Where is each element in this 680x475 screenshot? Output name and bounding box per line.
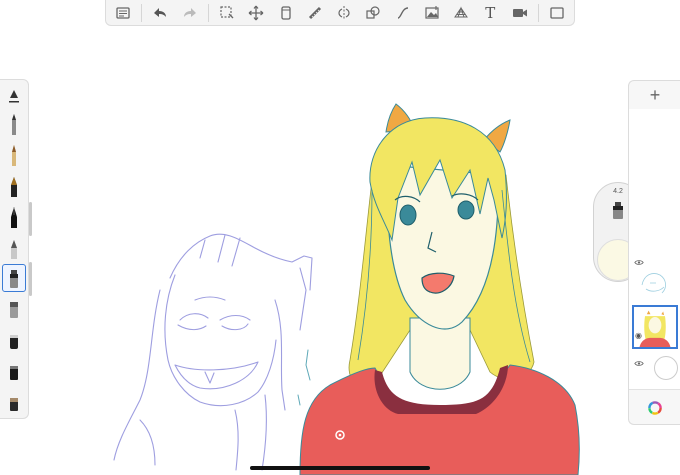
marker-tip-icon[interactable] — [2, 325, 26, 353]
pencil-brush-icon[interactable] — [2, 110, 26, 138]
gallery-icon[interactable] — [112, 2, 134, 24]
chisel-brush-icon[interactable] — [2, 356, 26, 384]
current-brush-icon — [613, 202, 623, 219]
top-toolbar: T — [105, 0, 575, 26]
perspective-icon[interactable] — [450, 2, 472, 24]
undo-icon[interactable] — [149, 2, 171, 24]
text-icon[interactable]: T — [479, 2, 501, 24]
brush-panel-handle[interactable] — [29, 262, 32, 296]
home-indicator[interactable] — [250, 466, 430, 470]
layer-visibility-icon[interactable]: ◉ — [635, 331, 642, 340]
color-wheel-icon — [648, 401, 662, 415]
layer-thumbnail-color[interactable]: ◉ — [632, 305, 678, 349]
purple-sketch — [113, 233, 313, 471]
brush-palette — [0, 79, 29, 419]
brush-panel-handle[interactable] — [29, 202, 32, 236]
toolbar-divider — [141, 3, 143, 22]
fullscreen-icon[interactable] — [546, 2, 568, 24]
marker-brush-icon[interactable] — [2, 141, 26, 169]
felt-pen-icon[interactable] — [2, 294, 26, 322]
video-icon[interactable] — [509, 2, 531, 24]
brush-properties-icon[interactable] — [2, 82, 26, 110]
layer-panel: + ◉ — [628, 80, 680, 425]
add-layer-button[interactable]: + — [629, 81, 680, 110]
transform-icon[interactable] — [245, 2, 267, 24]
layer-list: ◉ — [629, 109, 680, 389]
paint-brush-icon[interactable] — [2, 264, 26, 292]
eraser-brush-icon[interactable] — [2, 387, 26, 415]
background-color-swatch[interactable] — [654, 356, 678, 380]
toolbar-divider — [207, 3, 209, 22]
shape-icon[interactable] — [362, 2, 384, 24]
eye-icon[interactable] — [634, 360, 644, 367]
background-layer-row[interactable] — [632, 354, 678, 384]
layer-icon[interactable] — [275, 2, 297, 24]
fountain-pen-icon[interactable] — [2, 203, 26, 231]
airbrush-icon[interactable] — [2, 234, 26, 262]
text-tool-glyph: T — [485, 3, 496, 22]
drawing-canvas[interactable] — [0, 0, 680, 475]
curve-icon[interactable] — [392, 2, 414, 24]
add-layer-label: + — [649, 84, 661, 105]
eye-icon[interactable] — [634, 259, 644, 266]
symmetry-icon[interactable] — [333, 2, 355, 24]
toolbar-divider — [537, 3, 539, 22]
selection-icon[interactable] — [216, 2, 238, 24]
character-drawing — [299, 103, 580, 475]
ruler-icon[interactable] — [304, 2, 326, 24]
image-icon[interactable] — [421, 2, 443, 24]
color-editor-button[interactable] — [629, 389, 680, 426]
blue-sketch-strokes — [297, 349, 311, 406]
ink-brush-icon[interactable] — [2, 172, 26, 200]
redo-icon[interactable] — [179, 2, 201, 24]
